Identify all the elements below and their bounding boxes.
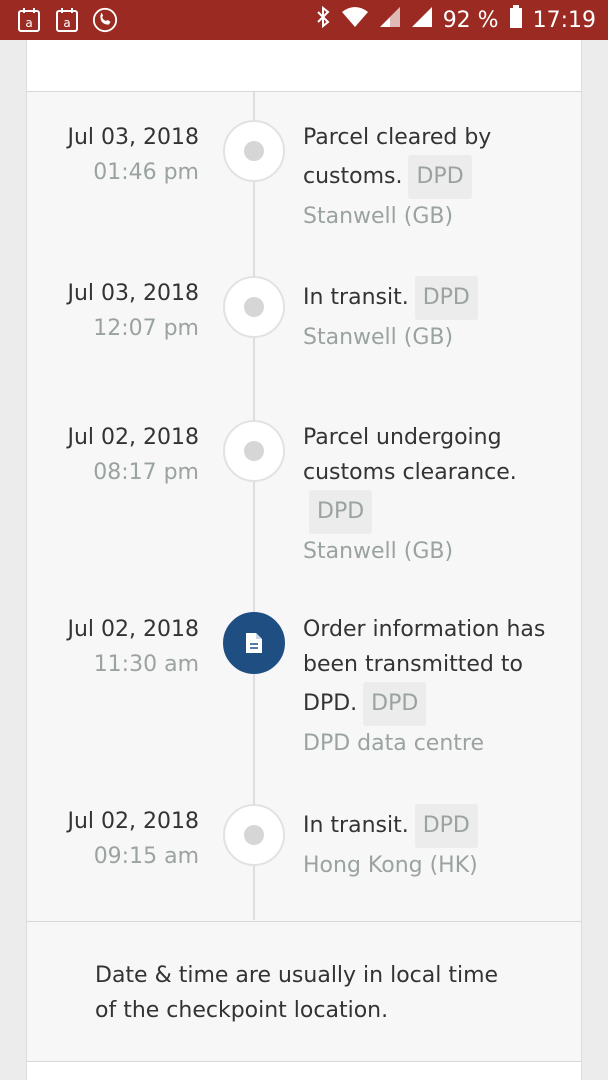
event-location: Hong Kong (HK) [303, 853, 478, 878]
timeline-line [253, 92, 255, 920]
event-details: In transit. DPD Hong Kong (HK) [303, 804, 565, 883]
battery-icon [509, 5, 523, 35]
document-icon [223, 612, 285, 674]
timeline-dot-icon [223, 804, 285, 866]
clock: 17:19 [532, 7, 596, 33]
status-bar: a a 92 % 17:19 [0, 0, 608, 40]
event-time: 08:17 pm [93, 460, 199, 485]
footer-card [26, 1062, 582, 1080]
timezone-note: Date & time are usually in local time of… [26, 922, 582, 1062]
signal-icon [379, 6, 401, 34]
calendar-icon: a [54, 6, 80, 34]
header-card [26, 40, 582, 92]
svg-text:a: a [63, 16, 70, 30]
calendar-icon: a [16, 6, 42, 34]
timeline-dot-icon [223, 120, 285, 182]
event-date: Jul 02, 2018 [67, 809, 199, 834]
event-time: 01:46 pm [93, 160, 199, 185]
wifi-icon [341, 6, 369, 34]
battery-percent: 92 % [442, 7, 499, 33]
event-status: Parcel undergoing customs clearance. [303, 425, 517, 485]
event-date: Jul 03, 2018 [67, 125, 199, 150]
timeline-dot-icon [223, 420, 285, 482]
tracking-timeline: Jul 03, 2018 01:46 pm Parcel cleared by … [26, 92, 582, 922]
signal-icon [411, 6, 433, 34]
timeline-dot-icon [223, 276, 285, 338]
event-time: 11:30 am [93, 652, 199, 677]
event-location: Stanwell (GB) [303, 204, 454, 229]
event-date: Jul 02, 2018 [67, 425, 199, 450]
event-time: 09:15 am [93, 844, 199, 869]
event-location: Stanwell (GB) [303, 539, 454, 564]
svg-text:a: a [25, 16, 32, 30]
event-details: In transit. DPD Stanwell (GB) [303, 276, 565, 355]
event-time: 12:07 pm [93, 316, 199, 341]
carrier-badge: DPD [414, 804, 478, 848]
carrier-badge: DPD [363, 682, 427, 726]
note-text: Date & time are usually in local time of… [95, 963, 499, 1023]
event-date: Jul 03, 2018 [67, 281, 199, 306]
event-status: In transit. [303, 285, 409, 310]
notification-icons: a a [16, 6, 118, 34]
event-status: In transit. [303, 813, 409, 838]
event-details: Parcel cleared by customs. DPD Stanwell (… [303, 120, 565, 234]
system-status: 92 % 17:19 [315, 0, 596, 40]
carrier-badge: DPD [414, 276, 478, 320]
event-details: Parcel undergoing customs clearance.DPD … [303, 420, 565, 569]
event-date: Jul 02, 2018 [67, 617, 199, 642]
bluetooth-icon [315, 5, 331, 35]
event-details: Order information has been transmitted t… [303, 612, 565, 761]
carrier-badge: DPD [309, 490, 373, 534]
event-location: Stanwell (GB) [303, 325, 454, 350]
carrier-badge: DPD [408, 155, 472, 199]
event-location: DPD data centre [303, 731, 484, 756]
phone-call-icon [92, 6, 118, 34]
